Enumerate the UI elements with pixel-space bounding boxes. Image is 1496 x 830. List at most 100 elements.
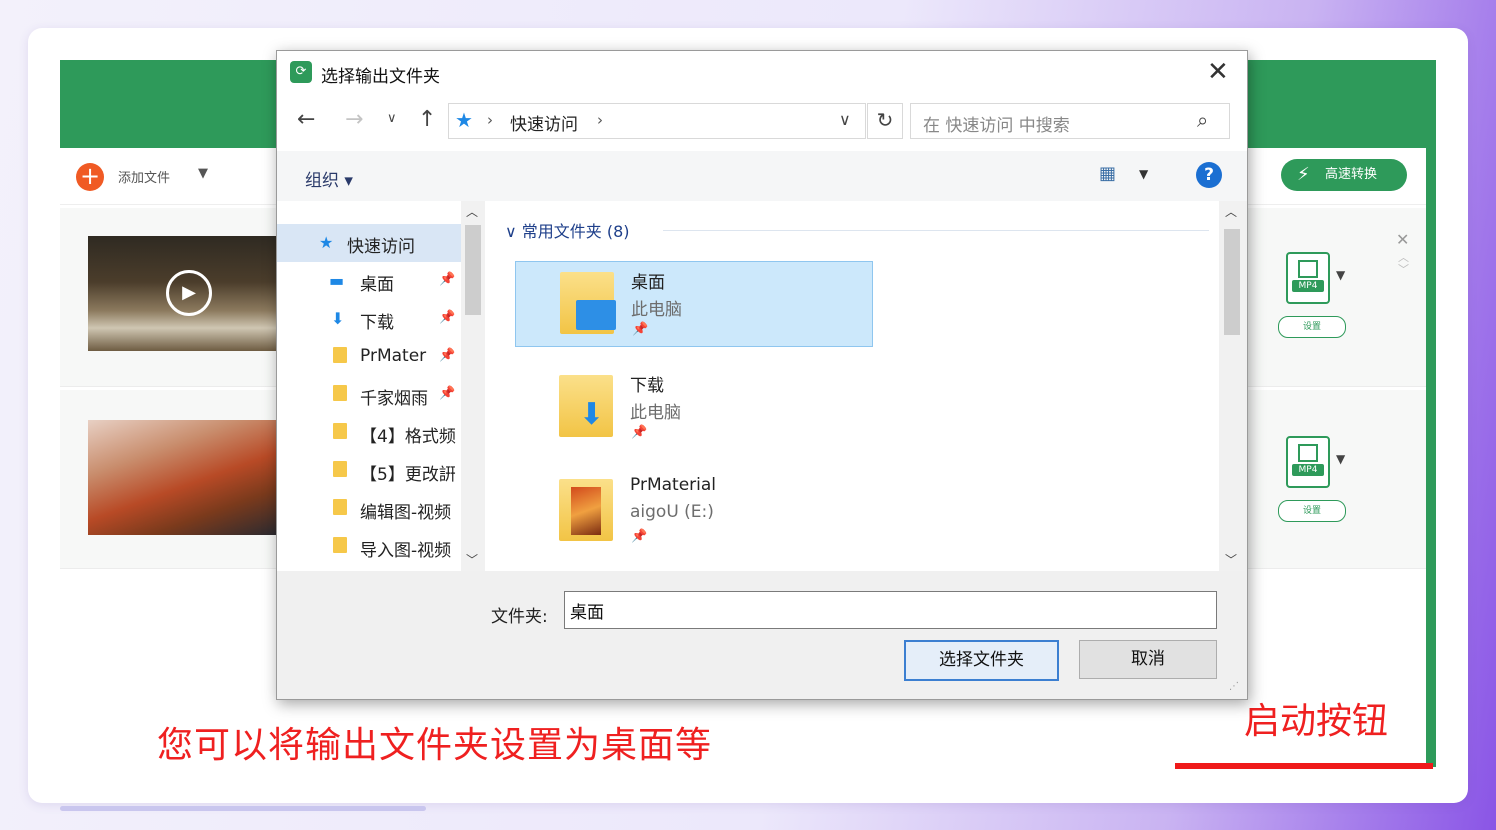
- folder-icon: [333, 423, 347, 443]
- pin-icon: 📌: [632, 322, 649, 337]
- desktop-icon: ▬: [329, 271, 345, 290]
- back-arrow-icon[interactable]: ←: [297, 107, 315, 132]
- scrollbar-thumb[interactable]: [1224, 229, 1240, 335]
- chevron-up-icon[interactable]: ︿: [1225, 203, 1237, 220]
- download-folder-icon: ⬇: [559, 375, 613, 437]
- tile-name: 桌面: [631, 273, 665, 293]
- pin-icon[interactable]: 📌: [439, 386, 455, 401]
- chevron-down-icon[interactable]: ﹀: [466, 551, 478, 568]
- chevron-down-icon[interactable]: ▼: [1336, 452, 1345, 466]
- folder-content-pane: ∨ 常用文件夹 (8) 桌面 此电脑 📌 ⬇ 下载 此电脑 📌 PrMateri…: [485, 201, 1219, 571]
- nav-item-folder[interactable]: 导入图-视频: [277, 528, 461, 566]
- group-header-label: 常用文件夹 (8): [521, 222, 630, 241]
- pin-icon[interactable]: 📌: [439, 310, 455, 325]
- cancel-button[interactable]: 取消: [1079, 640, 1217, 679]
- group-header-frequent-folders[interactable]: ∨ 常用文件夹 (8): [505, 218, 630, 242]
- resize-grip-icon[interactable]: ⋰: [1229, 681, 1239, 692]
- reorder-icon[interactable]: ︿ ﹀: [1398, 252, 1409, 276]
- select-folder-button[interactable]: 选择文件夹: [904, 640, 1059, 681]
- pin-icon[interactable]: 📌: [439, 348, 455, 363]
- nav-item-folder[interactable]: 千家烟雨 📌: [277, 376, 461, 414]
- nav-item-label: 快速访问: [347, 237, 415, 257]
- navigation-pane-scrollbar[interactable]: ︿ ﹀: [461, 201, 485, 571]
- search-icon[interactable]: ⌕: [1197, 108, 1208, 132]
- chevron-down-icon[interactable]: ▼: [1139, 167, 1148, 181]
- folder-name-input[interactable]: 桌面: [564, 591, 1217, 629]
- turbo-convert-label: 高速转换: [1325, 167, 1378, 182]
- turbo-convert-button[interactable]: ⚡ 高速转换: [1281, 159, 1407, 191]
- folder-field-label: 文件夹:: [491, 607, 548, 627]
- refresh-icon[interactable]: ↻: [867, 103, 903, 139]
- search-placeholder: 在 快速访问 中搜索: [923, 116, 1070, 136]
- pin-icon: 📌: [631, 425, 648, 440]
- film-icon: [1298, 444, 1318, 462]
- forward-arrow-icon[interactable]: →: [345, 107, 363, 132]
- caption-output-folder: 您可以将输出文件夹设置为桌面等: [157, 725, 713, 766]
- address-bar[interactable]: ★ › 快速访问 › ∨: [448, 103, 866, 139]
- nav-item-folder[interactable]: 【4】格式频: [277, 414, 461, 452]
- breadcrumb-quick-access[interactable]: 快速访问: [510, 110, 578, 135]
- app-side-border: [1426, 148, 1436, 767]
- breadcrumb-separator-icon[interactable]: ›: [487, 111, 493, 129]
- mp4-format-icon[interactable]: MP4: [1286, 436, 1330, 488]
- folder-tile-prmaterial[interactable]: PrMaterial aigoU (E:) 📌: [515, 469, 871, 553]
- view-options-icon[interactable]: ▦: [1099, 163, 1121, 185]
- add-file-icon[interactable]: +: [76, 163, 104, 191]
- tile-location: 此电脑: [631, 300, 682, 320]
- nav-item-prmaterial[interactable]: PrMater 📌: [277, 338, 461, 376]
- close-icon[interactable]: ✕: [1207, 57, 1229, 87]
- navigation-pane: ★ 快速访问 ▬ 桌面 📌 ⬇ 下载 📌 PrMater 📌 千家烟雨 📌 【4…: [277, 201, 461, 571]
- play-icon[interactable]: ▶: [166, 270, 212, 316]
- app-logo-icon: ⟳: [290, 61, 312, 83]
- breadcrumb-separator-icon[interactable]: ›: [597, 111, 603, 129]
- nav-item-label: 【4】格式频: [360, 427, 456, 447]
- nav-item-label: 【5】更改詽: [360, 465, 456, 485]
- video-thumbnail-geese[interactable]: ▶: [88, 236, 278, 351]
- group-divider: [663, 230, 1209, 231]
- tile-name: 下载: [630, 376, 664, 396]
- nav-item-label: 下载: [360, 313, 394, 333]
- folder-icon: [333, 347, 347, 367]
- nav-item-label: 千家烟雨: [360, 389, 428, 409]
- star-icon: ★: [455, 108, 473, 132]
- nav-item-downloads[interactable]: ⬇ 下载 📌: [277, 300, 461, 338]
- help-icon[interactable]: ?: [1196, 162, 1222, 188]
- format-badge: MP4: [1292, 464, 1324, 476]
- chevron-down-icon[interactable]: ▼: [198, 166, 208, 181]
- nav-item-label: 编辑图-视频: [360, 503, 452, 523]
- settings-button[interactable]: 设置: [1278, 500, 1346, 522]
- mp4-format-icon[interactable]: MP4: [1286, 252, 1330, 304]
- folder-icon: [333, 461, 347, 481]
- tile-location: aigoU (E:): [630, 502, 714, 522]
- nav-item-quick-access[interactable]: ★ 快速访问: [277, 224, 461, 262]
- settings-button[interactable]: 设置: [1278, 316, 1346, 338]
- recent-locations-chevron-icon[interactable]: ∨: [387, 111, 397, 126]
- up-arrow-icon[interactable]: ↑: [418, 107, 436, 132]
- folder-icon: [333, 537, 347, 557]
- chevron-down-icon[interactable]: ∨: [839, 110, 851, 129]
- search-input[interactable]: 在 快速访问 中搜索 ⌕: [910, 103, 1230, 139]
- tile-name: PrMaterial: [630, 475, 717, 495]
- tile-location: 此电脑: [630, 403, 681, 423]
- chevron-down-icon[interactable]: ﹀: [1225, 551, 1237, 568]
- folder-icon: [333, 499, 347, 519]
- decorative-line: [60, 806, 426, 811]
- nav-item-folder[interactable]: 【5】更改詽: [277, 452, 461, 490]
- nav-item-desktop[interactable]: ▬ 桌面 📌: [277, 262, 461, 300]
- pin-icon[interactable]: 📌: [439, 272, 455, 287]
- content-pane-scrollbar[interactable]: ︿ ﹀: [1219, 201, 1245, 571]
- chevron-down-icon[interactable]: ▼: [1336, 268, 1345, 282]
- nav-item-folder[interactable]: 编辑图-视频: [277, 490, 461, 528]
- close-icon[interactable]: ✕: [1396, 230, 1409, 249]
- video-thumbnail-cat[interactable]: [88, 420, 278, 535]
- folder-tile-downloads[interactable]: ⬇ 下载 此电脑 📌: [515, 365, 871, 449]
- scrollbar-thumb[interactable]: [465, 225, 481, 315]
- organize-menu[interactable]: 组织 ▾: [305, 166, 353, 191]
- format-badge: MP4: [1292, 280, 1324, 292]
- folder-icon: [333, 385, 347, 405]
- folder-tile-desktop[interactable]: 桌面 此电脑 📌: [515, 261, 873, 347]
- command-bar: 组织 ▾ ▦ ▼ ?: [277, 151, 1247, 201]
- highlight-bar: [1175, 763, 1433, 769]
- chevron-up-icon[interactable]: ︿: [466, 203, 478, 220]
- add-file-button[interactable]: 添加文件: [118, 167, 170, 186]
